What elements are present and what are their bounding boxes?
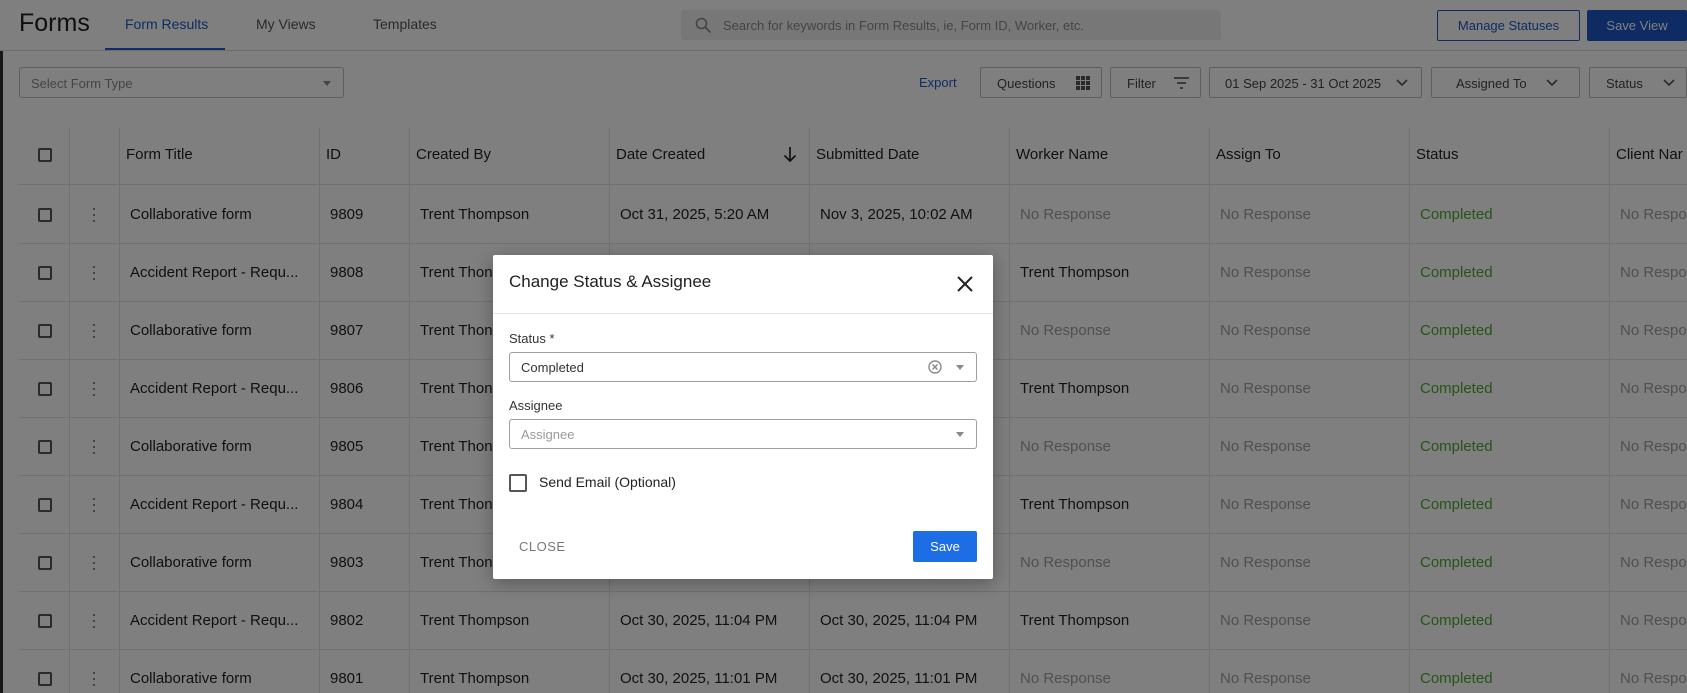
dialog-divider: [493, 313, 993, 314]
close-button[interactable]: CLOSE: [519, 539, 566, 554]
save-button[interactable]: Save: [913, 531, 977, 562]
assignee-placeholder: Assignee: [521, 427, 575, 442]
clear-icon[interactable]: [928, 360, 942, 374]
forms-app: Forms Form Results My Views Templates Ma…: [0, 0, 1687, 693]
send-email-checkbox[interactable]: [509, 474, 527, 492]
status-select[interactable]: Completed: [509, 352, 977, 382]
send-email-label[interactable]: Send Email (Optional): [539, 474, 676, 490]
assignee-field-label: Assignee: [509, 398, 563, 413]
status-select-value: Completed: [521, 360, 584, 375]
status-field-label: Status *: [509, 331, 555, 346]
close-icon[interactable]: [956, 275, 974, 293]
caret-down-icon: [956, 365, 964, 370]
caret-down-icon: [956, 432, 964, 437]
assignee-select[interactable]: Assignee: [509, 419, 977, 449]
change-status-dialog: Change Status & Assignee Status * Comple…: [493, 255, 993, 579]
dialog-title: Change Status & Assignee: [509, 272, 712, 291]
